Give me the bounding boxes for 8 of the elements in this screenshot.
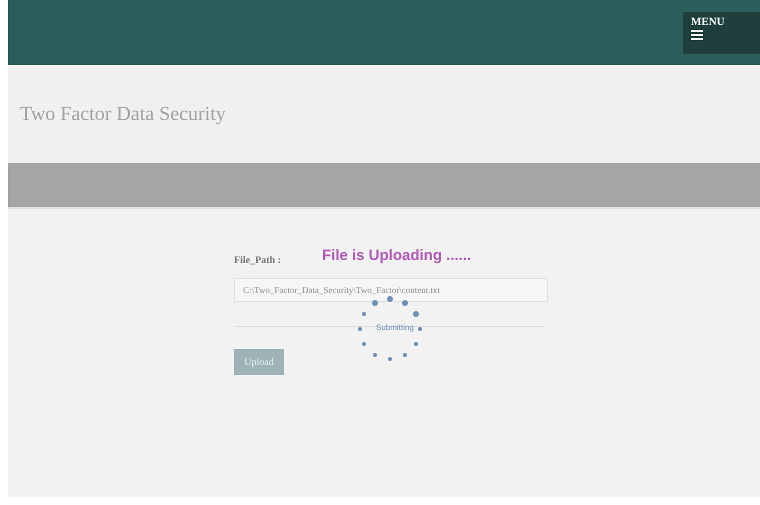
upload-message: File is Uploading ...... <box>322 247 472 264</box>
menu-button[interactable]: MENU <box>683 12 760 54</box>
site-title: Two Factor Data Security <box>20 102 226 126</box>
spinner-text: Submitting <box>376 323 414 332</box>
file-path-label: File_Path : <box>234 255 281 266</box>
file-path-field[interactable]: C:\Two_Factor_Data_Security\Two_Factor\content.txt <box>234 278 548 302</box>
upload-button[interactable]: Upload <box>234 349 284 375</box>
menu-icon <box>691 30 703 40</box>
